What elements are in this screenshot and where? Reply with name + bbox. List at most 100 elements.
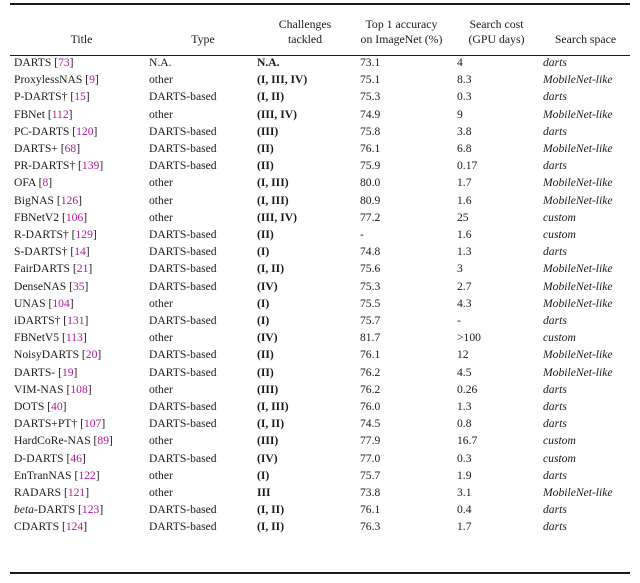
table-row: FBNetV2 [106] other (III, IV) 77.2 25 custom [12, 209, 628, 226]
title-name: S-DARTS [14, 245, 62, 259]
cell-challenges: (III) [257, 382, 279, 396]
citation-number[interactable]: 121 [68, 486, 85, 499]
cell-search-cost: 1.6 [457, 228, 472, 242]
citation-reference[interactable]: [21] [70, 262, 92, 275]
cell-challenges: (I, III, IV) [257, 73, 308, 87]
cell-search-cost: 1.3 [457, 245, 472, 259]
cell-accuracy: 74.8 [360, 245, 381, 259]
cell-search-cost: 0.3 [457, 90, 472, 104]
cell-challenges: (I) [257, 314, 270, 328]
citation-number[interactable]: 40 [51, 400, 63, 413]
citation-reference[interactable]: [121] [61, 486, 89, 499]
citation-number[interactable]: 113 [66, 331, 83, 344]
citation-number[interactable]: 73 [58, 56, 70, 69]
cell-search-space: darts [543, 468, 567, 482]
citation-number[interactable]: 124 [66, 520, 83, 533]
citation-reference[interactable]: [14] [67, 245, 89, 258]
cell-type: DARTS-based [149, 228, 217, 242]
citation-reference[interactable]: [123] [75, 503, 103, 516]
citation-reference[interactable]: [124] [59, 520, 87, 533]
citation-reference[interactable]: [35] [66, 280, 88, 293]
citation-reference[interactable]: [106] [59, 211, 87, 224]
citation-number[interactable]: 14 [74, 245, 86, 258]
citation-reference[interactable]: [107] [77, 417, 105, 430]
citation-number[interactable]: 46 [70, 452, 82, 465]
citation-reference[interactable]: [139] [75, 159, 103, 172]
table-row: beta-DARTS [123] DARTS-based (I, II) 76.1 0.… [12, 501, 628, 518]
cell-search-space: MobileNet-like [543, 73, 613, 87]
cell-search-space: MobileNet-like [543, 486, 613, 500]
citation-number[interactable]: 131 [67, 314, 84, 327]
citation-reference[interactable]: [113] [59, 331, 87, 344]
cell-accuracy: 76.2 [360, 382, 381, 396]
table-header-rule [10, 55, 630, 56]
cell-title: UNAS [104] [12, 295, 149, 312]
citation-reference[interactable]: [104] [46, 297, 73, 310]
citation-reference[interactable]: [108] [64, 383, 92, 396]
citation-number[interactable]: 112 [52, 108, 69, 121]
citation-reference[interactable]: [129] [69, 228, 97, 241]
citation-reference[interactable]: [89] [91, 434, 113, 447]
cell-search-cost: 3.1 [457, 486, 472, 500]
citation-number[interactable]: 68 [65, 142, 77, 155]
cell-challenges: (II) [257, 348, 274, 362]
cell-search-space: custom [543, 451, 576, 465]
cell-title: FBNet [112] [12, 106, 149, 123]
column-header-challenges-line1: Challenges [278, 17, 332, 31]
citation-reference[interactable]: [68] [58, 142, 80, 155]
citation-reference[interactable]: [73] [51, 56, 73, 69]
citation-reference[interactable]: [8] [36, 176, 53, 189]
cell-search-cost: 1.6 [457, 193, 472, 207]
citation-number[interactable]: 120 [76, 125, 93, 138]
table-bottom-rule [10, 572, 630, 574]
citation-number[interactable]: 15 [74, 90, 86, 103]
cell-type: DARTS-based [149, 417, 217, 431]
citation-number[interactable]: 104 [52, 297, 69, 310]
cell-challenges: (I) [257, 245, 270, 259]
cell-accuracy: 76.1 [360, 348, 381, 362]
cell-challenges: (IV) [257, 279, 278, 293]
citation-number[interactable]: 89 [97, 434, 109, 447]
citation-number[interactable]: 106 [66, 211, 83, 224]
cell-accuracy: 74.9 [360, 107, 381, 121]
citation-reference[interactable]: [112] [45, 108, 73, 121]
cell-title: FBNetV2 [106] [12, 209, 149, 226]
table-row: PR-DARTS† [139] DARTS-based (II) 75.9 0.17 da… [12, 157, 628, 174]
citation-number[interactable]: 139 [82, 159, 99, 172]
cell-type: other [149, 193, 173, 207]
citation-reference[interactable]: [20] [79, 348, 101, 361]
citation-number[interactable]: 9 [89, 73, 95, 86]
title-name: FBNetV5 [14, 331, 60, 345]
citation-number[interactable]: 8 [42, 176, 48, 189]
citation-number[interactable]: 108 [70, 383, 87, 396]
citation-number[interactable]: 122 [78, 469, 95, 482]
table-row: EnTranNAS [122] other (I) 75.7 1.9 darts [12, 467, 628, 484]
table-row: DARTS- [19] DARTS-based (II) 76.2 4.5 MobileN… [12, 364, 628, 381]
column-header-challenges-line2: tackled [287, 32, 323, 46]
citation-reference[interactable]: [120] [69, 125, 97, 138]
citation-reference[interactable]: [46] [64, 452, 85, 465]
citation-number[interactable]: 107 [84, 417, 101, 430]
citation-reference[interactable]: [9] [82, 73, 99, 86]
cell-title: beta-DARTS [123] [12, 501, 149, 518]
citation-reference[interactable]: [40] [44, 400, 66, 413]
citation-number[interactable]: 123 [82, 503, 99, 516]
citation-number[interactable]: 126 [61, 194, 78, 207]
title-name: OFA [14, 176, 36, 190]
citation-reference[interactable]: [122] [72, 469, 99, 482]
citation-reference[interactable]: [126] [54, 194, 82, 207]
column-header-title: Title [12, 0, 149, 51]
citation-number[interactable]: 129 [75, 228, 92, 241]
cell-challenges: (III) [257, 124, 279, 138]
title-name: iDARTS [14, 314, 55, 328]
citation-number[interactable]: 19 [62, 366, 74, 379]
cell-title: RADARS [121] [12, 484, 149, 501]
citation-reference[interactable]: [15] [67, 90, 89, 103]
title-name: VIM-NAS [14, 382, 64, 396]
citation-number[interactable]: 20 [86, 348, 98, 361]
citation-reference[interactable]: [19] [55, 366, 77, 379]
cell-type: DARTS-based [149, 314, 217, 328]
citation-number[interactable]: 35 [73, 280, 85, 293]
citation-reference[interactable]: [131] [60, 314, 88, 327]
citation-number[interactable]: 21 [77, 262, 89, 275]
